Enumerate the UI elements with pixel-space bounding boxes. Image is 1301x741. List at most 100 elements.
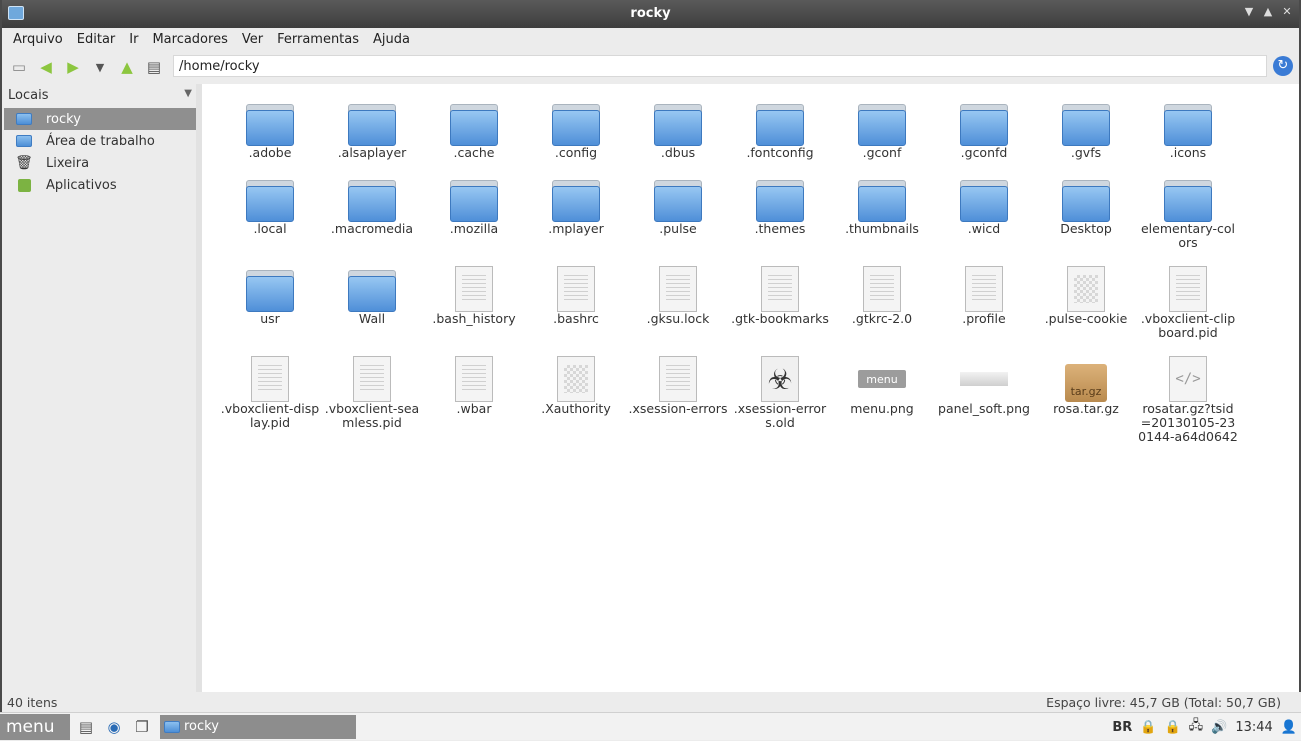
file-item[interactable]: .config <box>525 94 627 168</box>
window-switcher-icon[interactable]: ❐ <box>130 716 154 738</box>
file-label: .fontconfig <box>746 145 814 160</box>
file-item[interactable]: usr <box>219 260 321 348</box>
folder-icon <box>756 180 804 222</box>
location-path-input[interactable]: /home/rocky <box>173 55 1267 77</box>
file-icon-wrap <box>1162 170 1214 222</box>
file-item[interactable]: .profile <box>933 260 1035 348</box>
sidebar-item-rocky[interactable]: rocky <box>4 108 196 130</box>
folder-icon <box>450 180 498 222</box>
history-dropdown-icon[interactable]: ▼ <box>89 56 111 78</box>
user-logout-icon[interactable]: 👤 <box>1281 720 1297 735</box>
taskbar-task-rocky[interactable]: rocky <box>160 714 356 739</box>
back-arrow-icon[interactable]: ◀ <box>35 56 57 78</box>
title-bar[interactable]: rocky ▼ ▲ ✕ <box>2 0 1299 28</box>
folder-icon <box>858 180 906 222</box>
file-item[interactable]: .icons <box>1137 94 1239 168</box>
forward-arrow-icon[interactable]: ▶ <box>62 56 84 78</box>
file-item[interactable]: Desktop <box>1035 170 1137 258</box>
menu-editar[interactable]: Editar <box>70 32 123 47</box>
file-item[interactable]: .Xauthority <box>525 350 627 452</box>
file-item[interactable]: .cache <box>423 94 525 168</box>
file-item[interactable]: elementary-colors <box>1137 170 1239 258</box>
file-icon-wrap <box>550 170 602 222</box>
file-icon-wrap <box>346 94 398 146</box>
go-refresh-icon[interactable]: ↻ <box>1273 56 1293 76</box>
text-file-icon <box>353 356 391 402</box>
file-item[interactable]: .pulse <box>627 170 729 258</box>
file-item[interactable]: .dbus <box>627 94 729 168</box>
web-browser-icon[interactable]: ◉ <box>102 716 126 738</box>
file-item[interactable]: .wbar <box>423 350 525 452</box>
folder-icon <box>450 104 498 146</box>
file-item[interactable]: .xsession-errors <box>627 350 729 452</box>
file-icon-wrap <box>244 350 296 402</box>
file-item[interactable]: .themes <box>729 170 831 258</box>
file-item[interactable]: .pulse-cookie <box>1035 260 1137 348</box>
file-item[interactable]: .vboxclient-display.pid <box>219 350 321 452</box>
file-icon-wrap <box>958 170 1010 222</box>
menu-ajuda[interactable]: Ajuda <box>366 32 417 47</box>
file-icon-wrap <box>448 260 500 312</box>
menu-marcadores[interactable]: Marcadores <box>145 32 234 47</box>
drive-icon[interactable]: ▤ <box>143 56 165 78</box>
volume-icon[interactable]: 🔊 <box>1211 720 1227 735</box>
file-item[interactable]: .gksu.lock <box>627 260 729 348</box>
keyboard-layout-indicator[interactable]: BR <box>1112 720 1132 735</box>
file-item[interactable]: </> rosatar.gz?tsid=20130105-230144-a64d0… <box>1137 350 1239 452</box>
file-icon-wrap <box>244 170 296 222</box>
file-item[interactable]: .mozilla <box>423 170 525 258</box>
file-item[interactable]: tar.gz rosa.tar.gz <box>1035 350 1137 452</box>
sidebar-item-desktop[interactable]: Área de trabalho <box>4 130 196 152</box>
network-icon[interactable]: 🖧 <box>1189 716 1204 738</box>
file-view[interactable]: .adobe .alsaplayer .cache .config .dbus .font… <box>202 84 1299 692</box>
file-item[interactable]: .fontconfig <box>729 94 831 168</box>
maximize-icon[interactable]: ▲ <box>1261 5 1275 18</box>
menu-arquivo[interactable]: Arquivo <box>6 32 70 47</box>
file-item[interactable]: menu menu.png <box>831 350 933 452</box>
file-item[interactable]: ☣ .xsession-errors.old <box>729 350 831 452</box>
folder-icon <box>246 104 294 146</box>
file-item[interactable]: .adobe <box>219 94 321 168</box>
file-label: .pulse <box>659 221 697 236</box>
file-label: .wicd <box>967 221 1001 236</box>
file-item[interactable]: .gconfd <box>933 94 1035 168</box>
file-item[interactable]: .gtkrc-2.0 <box>831 260 933 348</box>
file-item[interactable]: Wall <box>321 260 423 348</box>
file-item[interactable]: .wicd <box>933 170 1035 258</box>
file-item[interactable]: .mplayer <box>525 170 627 258</box>
sidebar-item-trash[interactable]: 🗑 Lixeira <box>4 152 196 174</box>
file-item[interactable]: .bash_history <box>423 260 525 348</box>
file-item[interactable]: panel_soft.png <box>933 350 1035 452</box>
file-icon-wrap <box>856 94 908 146</box>
binary-file-icon <box>1067 266 1105 312</box>
file-label: .config <box>554 145 598 160</box>
file-item[interactable]: .vboxclient-clipboard.pid <box>1137 260 1239 348</box>
sidebar-header[interactable]: Locais ▼ <box>4 84 196 108</box>
chevron-down-icon[interactable]: ▼ <box>184 88 192 104</box>
menu-ferramentas[interactable]: Ferramentas <box>270 32 366 47</box>
file-item[interactable]: .gvfs <box>1035 94 1137 168</box>
clock[interactable]: 13:44 <box>1235 720 1272 735</box>
file-item[interactable]: .thumbnails <box>831 170 933 258</box>
close-icon[interactable]: ✕ <box>1280 5 1294 18</box>
minimize-icon[interactable]: ▼ <box>1242 5 1256 18</box>
file-item[interactable]: .gtk-bookmarks <box>729 260 831 348</box>
file-item[interactable]: .gconf <box>831 94 933 168</box>
parent-folder-up-icon[interactable]: ▲ <box>116 56 138 78</box>
sidebar-item-applications[interactable]: Aplicativos <box>4 174 196 196</box>
file-item[interactable]: .vboxclient-seamless.pid <box>321 350 423 452</box>
text-file-icon <box>863 266 901 312</box>
file-item[interactable]: .bashrc <box>525 260 627 348</box>
start-menu-button[interactable]: menu <box>0 713 70 740</box>
file-item[interactable]: .local <box>219 170 321 258</box>
file-item[interactable]: .alsaplayer <box>321 94 423 168</box>
menu-ir[interactable]: Ir <box>122 32 145 47</box>
menu-ver[interactable]: Ver <box>235 32 270 47</box>
system-tray: BR 🔒 🔒 🖧 🔊 13:44 👤 <box>1104 713 1301 741</box>
folder-icon <box>348 180 396 222</box>
binary-file-icon <box>557 356 595 402</box>
file-label: .thumbnails <box>845 221 919 236</box>
new-tab-icon[interactable]: ▭ <box>8 56 30 78</box>
file-manager-launcher-icon[interactable]: ▤ <box>74 716 98 738</box>
file-item[interactable]: .macromedia <box>321 170 423 258</box>
